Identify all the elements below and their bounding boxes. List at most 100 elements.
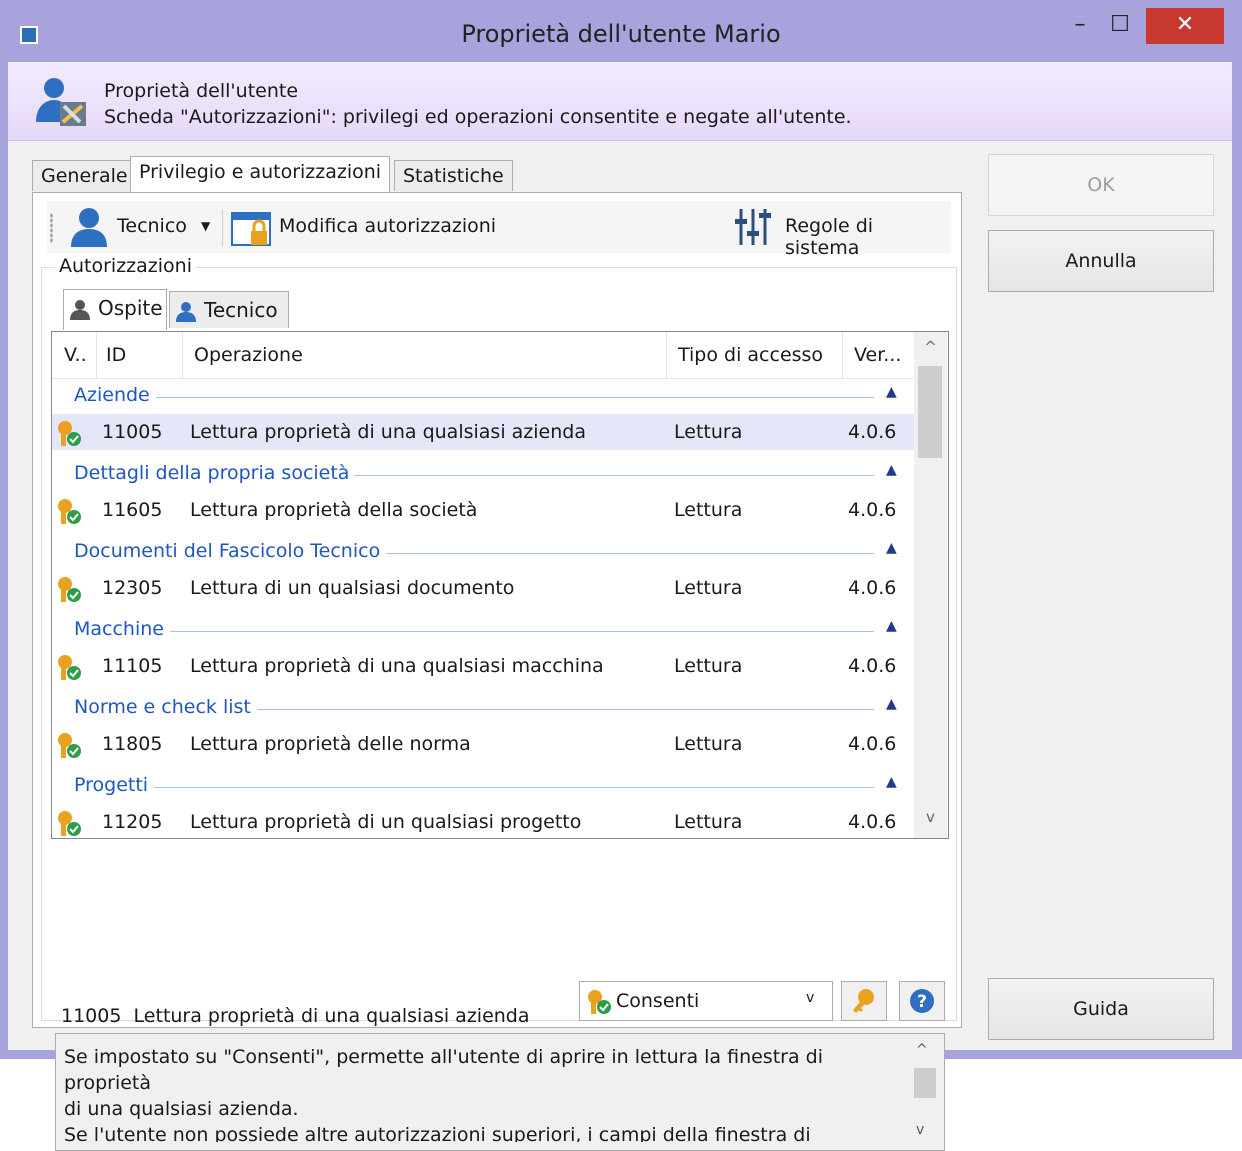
cell-operation: Lettura proprietà delle norma [190, 733, 471, 755]
table-row[interactable]: 12305 Lettura di un qualsiasi documento … [52, 570, 914, 606]
selected-operation: 11005 Lettura proprietà di una qualsiasi… [61, 1005, 530, 1027]
cell-id: 11805 [102, 733, 163, 755]
cell-id: 11005 [102, 421, 163, 443]
subtab-tecnico[interactable]: Tecnico [169, 291, 289, 328]
group-divider [74, 397, 874, 398]
tab-statistiche[interactable]: Statistiche [394, 160, 513, 191]
collapse-icon[interactable]: ▲ [886, 774, 897, 790]
dialog-header: Proprietà dell'utente Scheda "Autorizzaz… [8, 62, 1232, 141]
group-header[interactable]: Dettagli della propria società ▲ [52, 456, 914, 492]
minimize-button[interactable]: – [1060, 8, 1100, 44]
cell-access-type: Lettura [674, 421, 743, 443]
group-header[interactable]: Aziende ▲ [52, 378, 914, 414]
grid-scrollbar[interactable]: ^ v [914, 332, 947, 838]
system-rules-button[interactable]: Regole di sistema [785, 215, 951, 259]
group-title: Dettagli della propria società [74, 462, 356, 484]
tab-generale[interactable]: Generale [32, 160, 137, 191]
user-role-dropdown[interactable]: Tecnico [117, 215, 187, 237]
permission-select-value: Consenti [616, 990, 700, 1012]
scroll-down-icon[interactable]: v [916, 1122, 924, 1138]
cell-operation: Lettura proprietà di un qualsiasi proget… [190, 811, 582, 833]
title-bar[interactable]: Proprietà dell'utente Mario – ☐ ✕ [0, 0, 1242, 70]
maximize-button[interactable]: ☐ [1100, 8, 1140, 44]
chevron-down-icon[interactable]: v [806, 990, 814, 1006]
group-header[interactable]: Norme e check list ▲ [52, 690, 914, 726]
group-divider [74, 787, 874, 788]
table-row[interactable]: 11005 Lettura proprietà di una qualsiasi… [52, 414, 914, 450]
column-operation[interactable]: Operazione [194, 344, 303, 366]
collapse-icon[interactable]: ▲ [886, 618, 897, 634]
column-version[interactable]: Ver... [854, 344, 901, 366]
group-title: Aziende [74, 384, 156, 406]
question-icon: ? [910, 989, 934, 1013]
cell-version: 4.0.6 [848, 499, 897, 521]
window-title: Proprietà dell'utente Mario [461, 20, 781, 48]
cell-version: 4.0.6 [848, 811, 897, 833]
cell-operation: Lettura di un qualsiasi documento [190, 577, 515, 599]
scroll-down-icon[interactable]: v [914, 808, 947, 826]
description-scrollbar[interactable]: ^ v [908, 1034, 944, 1150]
collapse-icon[interactable]: ▲ [886, 696, 897, 712]
ok-button[interactable]: OK [988, 154, 1214, 216]
technician-user-icon [176, 302, 196, 322]
cell-id: 12305 [102, 577, 163, 599]
scrollbar-thumb[interactable] [914, 1068, 936, 1098]
key-allowed-icon [58, 421, 81, 446]
column-separator[interactable] [842, 332, 843, 378]
table-row[interactable]: 11805 Lettura proprietà delle norma Lett… [52, 726, 914, 762]
column-id[interactable]: ID [106, 344, 126, 366]
column-separator[interactable] [182, 332, 183, 378]
group-title: Documenti del Fascicolo Tecnico [74, 540, 387, 562]
toolbar-separator [222, 209, 223, 247]
key-allowed-icon [58, 499, 81, 524]
cell-version: 4.0.6 [848, 577, 897, 599]
toolbar-grip[interactable] [50, 213, 53, 243]
group-title: Progetti [74, 774, 155, 796]
modify-permissions-button[interactable]: Modifica autorizzazioni [279, 215, 496, 237]
column-separator[interactable] [666, 332, 667, 378]
scrollbar-thumb[interactable] [918, 366, 942, 458]
dialog-body: Proprietà dell'utente Scheda "Autorizzaz… [8, 62, 1232, 1151]
key-button[interactable] [841, 981, 887, 1021]
cell-access-type: Lettura [674, 811, 743, 833]
collapse-icon[interactable]: ▲ [886, 540, 897, 556]
group-header[interactable]: Documenti del Fascicolo Tecnico ▲ [52, 534, 914, 570]
svg-text:?: ? [917, 992, 927, 1012]
column-separator[interactable] [96, 332, 97, 378]
cell-access-type: Lettura [674, 577, 743, 599]
scroll-up-icon[interactable]: ^ [916, 1042, 928, 1058]
subtab-tecnico-label: Tecnico [204, 298, 278, 322]
column-access-type[interactable]: Tipo di accesso [678, 344, 823, 366]
guide-button[interactable]: Guida [988, 978, 1214, 1040]
subtab-ospite[interactable]: Ospite [63, 289, 167, 330]
tab-privilegio-autorizzazioni[interactable]: Privilegio e autorizzazioni [130, 156, 391, 192]
column-v[interactable]: V.. [64, 344, 87, 366]
user-settings-icon [36, 78, 86, 126]
group-header[interactable]: Macchine ▲ [52, 612, 914, 648]
scroll-up-icon[interactable]: ^ [914, 338, 947, 356]
guest-user-icon [70, 300, 90, 320]
chevron-down-icon[interactable]: ▼ [201, 219, 210, 233]
cancel-button[interactable]: Annulla [988, 230, 1214, 292]
table-row[interactable]: 11105 Lettura proprietà di una qualsiasi… [52, 648, 914, 684]
cell-id: 11105 [102, 655, 163, 677]
group-divider [74, 631, 874, 632]
cell-operation: Lettura proprietà di una qualsiasi azien… [190, 421, 586, 443]
permission-select[interactable]: Consenti v [579, 981, 833, 1021]
permissions-group-label: Autorizzazioni [55, 255, 196, 277]
cell-access-type: Lettura [674, 655, 743, 677]
collapse-icon[interactable]: ▲ [886, 462, 897, 478]
cell-access-type: Lettura [674, 733, 743, 755]
header-title: Proprietà dell'utente [104, 80, 299, 102]
description-box[interactable]: Se impostato su "Consenti", permette all… [55, 1033, 945, 1151]
cell-access-type: Lettura [674, 499, 743, 521]
table-row[interactable]: 11605 Lettura proprietà della società Le… [52, 492, 914, 528]
close-button[interactable]: ✕ [1146, 8, 1224, 44]
help-button[interactable]: ? [899, 981, 945, 1021]
cell-operation: Lettura proprietà della società [190, 499, 478, 521]
table-row[interactable]: 11205 Lettura proprietà di un qualsiasi … [52, 804, 914, 838]
permissions-grid: V.. ID Operazione Tipo di accesso Ver...… [51, 331, 949, 839]
key-allowed-icon [588, 990, 611, 1014]
collapse-icon[interactable]: ▲ [886, 384, 897, 400]
group-header[interactable]: Progetti ▲ [52, 768, 914, 804]
